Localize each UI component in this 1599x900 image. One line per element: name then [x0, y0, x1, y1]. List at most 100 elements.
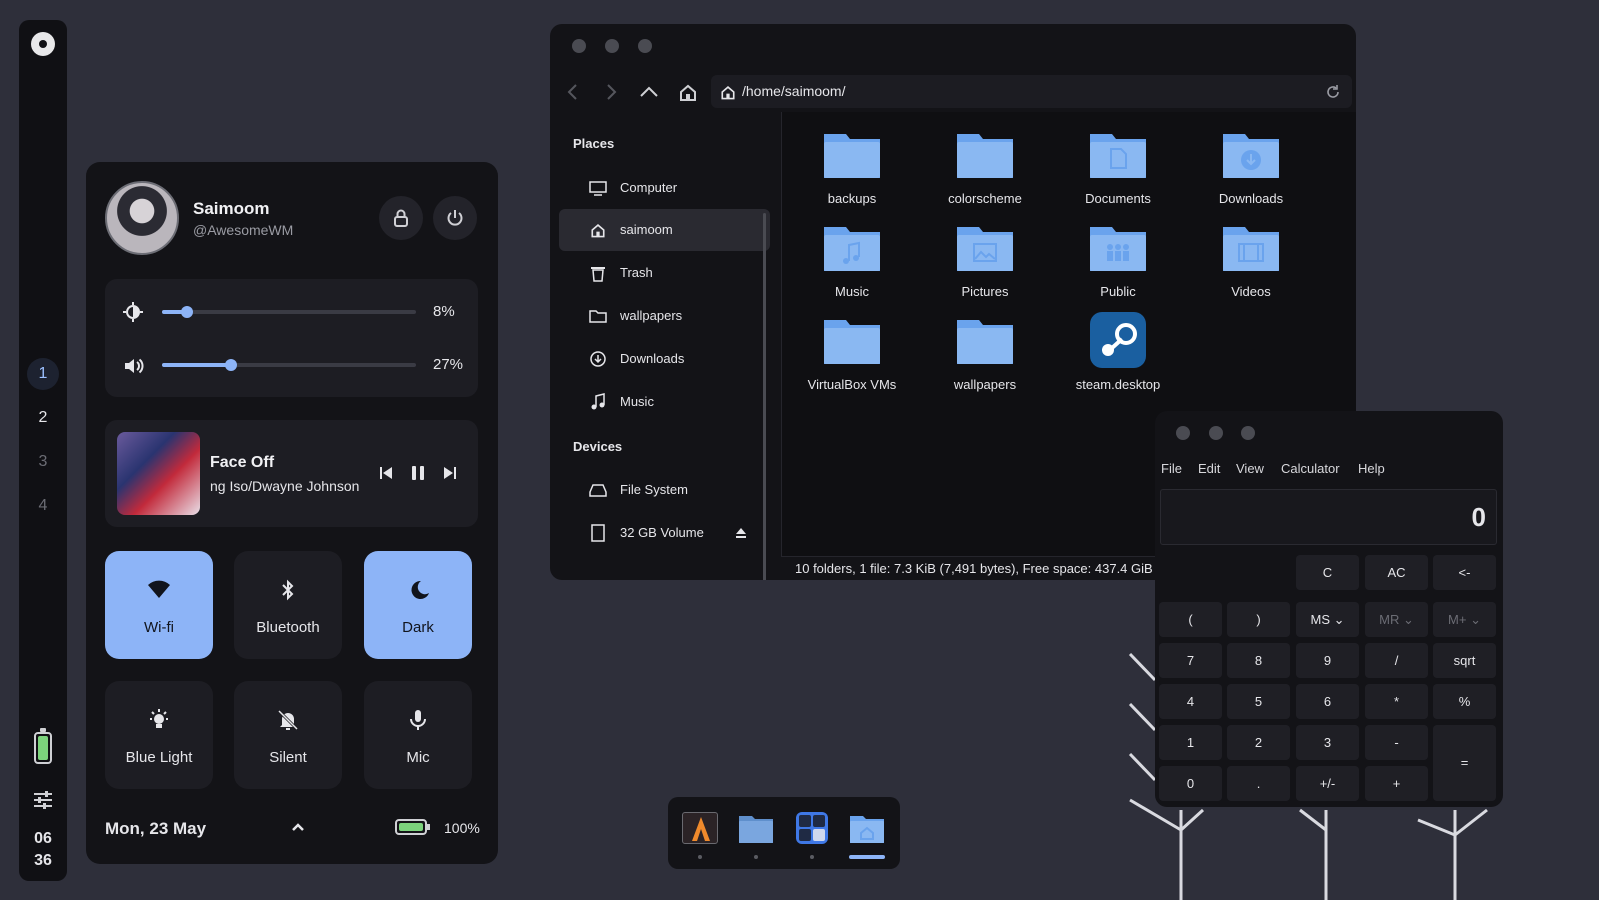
folder-item[interactable]: Downloads	[1196, 128, 1306, 218]
key-3[interactable]: 3	[1296, 725, 1359, 760]
key-memory-store[interactable]: MS ⌄	[1296, 602, 1359, 637]
menu-help[interactable]: Help	[1358, 461, 1385, 476]
workspace-3[interactable]: 3	[27, 446, 59, 478]
refresh-icon[interactable]	[1325, 84, 1341, 100]
key-clear[interactable]: C	[1296, 555, 1359, 590]
settings-sliders-icon[interactable]	[32, 790, 54, 810]
sidebar-item-32gb-volume[interactable]: 32 GB Volume	[559, 512, 770, 554]
volume-slider[interactable]	[162, 359, 416, 371]
workspace-2[interactable]: 2	[27, 402, 59, 434]
dock-app-home-folder[interactable]	[849, 812, 885, 844]
window-close-button[interactable]	[1176, 426, 1190, 440]
folder-item[interactable]: Pictures	[930, 221, 1040, 311]
tile-blue-light[interactable]: Blue Light	[105, 681, 213, 789]
key-decimal[interactable]: .	[1227, 766, 1290, 801]
brightness-slider[interactable]	[162, 306, 416, 318]
chevron-up-icon[interactable]	[291, 822, 305, 832]
key-close-paren[interactable]: )	[1227, 602, 1290, 637]
forward-icon[interactable]	[600, 81, 622, 103]
key-1[interactable]: 1	[1159, 725, 1222, 760]
workspace-1[interactable]: 1	[27, 358, 59, 390]
menu-calculator[interactable]: Calculator	[1281, 461, 1340, 476]
window-maximize-button[interactable]	[638, 39, 652, 53]
folder-item[interactable]: colorscheme	[930, 128, 1040, 218]
brightness-knob[interactable]	[181, 306, 194, 318]
dock-app-calculator[interactable]	[794, 812, 830, 844]
folder-item[interactable]: backups	[797, 128, 907, 218]
lock-button[interactable]	[379, 196, 423, 240]
tile-bluetooth[interactable]: Bluetooth	[234, 551, 342, 659]
tile-dark[interactable]: Dark	[364, 551, 472, 659]
key-label: MR	[1379, 612, 1400, 627]
key-multiply[interactable]: *	[1365, 684, 1428, 719]
previous-icon[interactable]	[379, 466, 393, 480]
sidebar-item-file-system[interactable]: File System	[559, 469, 770, 511]
key-subtract[interactable]: -	[1365, 725, 1428, 760]
key-9[interactable]: 9	[1296, 643, 1359, 678]
key-backspace[interactable]: <-	[1433, 555, 1496, 590]
key-memory-add[interactable]: M+ ⌄	[1433, 602, 1496, 637]
sidebar-scrollbar[interactable]	[763, 213, 766, 580]
eject-icon[interactable]	[735, 527, 747, 539]
power-button[interactable]	[433, 196, 477, 240]
key-memory-recall[interactable]: MR ⌄	[1365, 602, 1428, 637]
window-minimize-button[interactable]	[1209, 426, 1223, 440]
sidebar-item-downloads[interactable]: Downloads	[559, 338, 770, 380]
menu-edit[interactable]: Edit	[1198, 461, 1220, 476]
key-all-clear[interactable]: AC	[1365, 555, 1428, 590]
key-open-paren[interactable]: (	[1159, 602, 1222, 637]
terminal-app-icon	[692, 817, 710, 841]
dock-app-alacritty[interactable]	[682, 812, 718, 844]
key-divide[interactable]: /	[1365, 643, 1428, 678]
folder-item[interactable]: wallpapers	[930, 314, 1040, 404]
home-icon	[591, 224, 605, 238]
folder-item[interactable]: VirtualBox VMs	[797, 314, 907, 404]
key-0[interactable]: 0	[1159, 766, 1222, 801]
sidebar-item-saimoom[interactable]: saimoom	[559, 209, 770, 251]
places-header: Places	[573, 136, 615, 151]
key-label: M+	[1448, 612, 1467, 627]
key-add[interactable]: +	[1365, 766, 1428, 801]
home-icon[interactable]	[677, 81, 699, 103]
key-sqrt[interactable]: sqrt	[1433, 643, 1496, 678]
key-5[interactable]: 5	[1227, 684, 1290, 719]
file-name: Downloads	[1218, 191, 1284, 206]
tile-mic[interactable]: Mic	[364, 681, 472, 789]
up-icon[interactable]	[638, 81, 660, 103]
left-bar: 1 2 3 4 06 36	[19, 20, 67, 881]
folder-item[interactable]: Public	[1063, 221, 1173, 311]
menu-file[interactable]: File	[1161, 461, 1182, 476]
launcher-icon[interactable]	[31, 32, 55, 56]
dock-app-files[interactable]	[738, 812, 774, 844]
key-4[interactable]: 4	[1159, 684, 1222, 719]
path-bar[interactable]: /home/saimoom/	[711, 75, 1352, 108]
back-icon[interactable]	[562, 81, 584, 103]
key-equals[interactable]: =	[1433, 725, 1496, 801]
key-8[interactable]: 8	[1227, 643, 1290, 678]
key-percent[interactable]: %	[1433, 684, 1496, 719]
sidebar-item-trash[interactable]: Trash	[559, 252, 770, 294]
folder-item[interactable]: Music	[797, 221, 907, 311]
window-maximize-button[interactable]	[1241, 426, 1255, 440]
folder-item[interactable]: Videos	[1196, 221, 1306, 311]
file-item[interactable]: steam.desktop	[1063, 312, 1173, 404]
pause-icon[interactable]	[410, 465, 426, 481]
key-2[interactable]: 2	[1227, 725, 1290, 760]
key-7[interactable]: 7	[1159, 643, 1222, 678]
next-icon[interactable]	[443, 466, 457, 480]
window-close-button[interactable]	[572, 39, 586, 53]
folder-item[interactable]: Documents	[1063, 128, 1173, 218]
menu-view[interactable]: View	[1236, 461, 1264, 476]
sidebar-item-music[interactable]: Music	[559, 381, 770, 423]
window-minimize-button[interactable]	[605, 39, 619, 53]
clock-minute: 36	[34, 852, 52, 869]
volume-knob[interactable]	[224, 359, 237, 371]
sidebar-item-computer[interactable]: Computer	[559, 167, 770, 209]
tile-silent[interactable]: Silent	[234, 681, 342, 789]
key-negate[interactable]: +/-	[1296, 766, 1359, 801]
folder-icon	[957, 134, 1013, 178]
tile-wifi[interactable]: Wi-fi	[105, 551, 213, 659]
key-6[interactable]: 6	[1296, 684, 1359, 719]
workspace-4[interactable]: 4	[27, 490, 59, 522]
sidebar-item-wallpapers[interactable]: wallpapers	[559, 295, 770, 337]
